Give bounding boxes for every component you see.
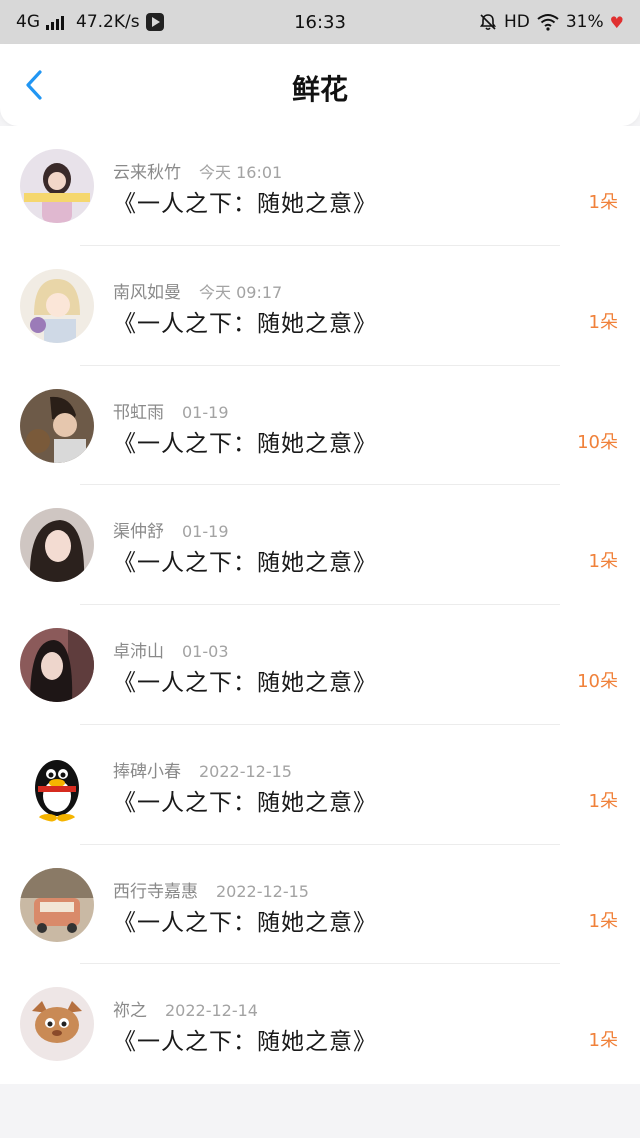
sender-meta: 捧碑小春 2022-12-15 (113, 757, 292, 782)
status-left: 4G 47.2K/s (16, 12, 164, 32)
status-bar: 4G 47.2K/s 16:33 HD 31% ♥ (0, 0, 640, 44)
list-item[interactable]: 南风如曼 今天 09:17 《一人之下：随她之意》 1朵 (0, 246, 640, 366)
list-item[interactable]: 西行寺嘉惠 2022-12-15 《一人之下：随她之意》 1朵 (0, 845, 640, 965)
avatar[interactable] (20, 388, 94, 463)
sender-name[interactable]: 南风如曼 (113, 283, 181, 303)
sender-name[interactable]: 卓沛山 (113, 642, 164, 662)
network-type: 4G (16, 12, 40, 32)
media-icon (145, 13, 164, 31)
flower-count: 1朵 (588, 910, 618, 932)
flower-count: 1朵 (588, 790, 618, 812)
send-time: 01-19 (182, 522, 229, 542)
flower-count: 1朵 (588, 551, 618, 573)
sender-name[interactable]: 云来秋竹 (113, 163, 181, 183)
mute-bell-icon (479, 14, 497, 31)
sender-name[interactable]: 捧碑小春 (113, 762, 181, 782)
send-time: 01-03 (182, 642, 229, 661)
sender-meta: 渠仲舒 01-19 (113, 517, 229, 542)
flower-count: 10朵 (577, 671, 618, 692)
list-item[interactable]: 邗虹雨 01-19 《一人之下：随她之意》 10朵 (0, 366, 640, 486)
hd-indicator: HD (503, 12, 530, 32)
book-title[interactable]: 《一人之下：随她之意》 (113, 783, 377, 817)
send-time: 2022-12-15 (216, 881, 309, 901)
send-time: 2022-12-14 (165, 1001, 258, 1021)
sender-meta: 南风如曼 今天 09:17 (113, 278, 282, 303)
send-time: 2022-12-15 (199, 761, 292, 781)
avatar[interactable] (20, 867, 94, 942)
heart-icon: ♥ (609, 12, 624, 32)
book-title[interactable]: 《一人之下：随她之意》 (113, 304, 377, 338)
sender-meta: 云来秋竹 今天 16:01 (113, 158, 282, 183)
sender-name[interactable]: 祢之 (113, 1001, 147, 1021)
avatar[interactable] (20, 628, 94, 702)
flower-count: 1朵 (588, 1030, 618, 1052)
sender-name[interactable]: 邗虹雨 (113, 403, 164, 423)
flower-count: 1朵 (588, 311, 618, 333)
signal-icon (46, 14, 64, 30)
list-item[interactable]: 渠仲舒 01-19 《一人之下：随她之意》 1朵 (0, 485, 640, 605)
send-time: 今天 16:01 (199, 163, 283, 182)
wifi-icon (537, 14, 559, 31)
status-right: HD 31% ♥ (478, 12, 624, 32)
flower-count: 10朵 (577, 431, 618, 453)
list-item[interactable]: 捧碑小春 2022-12-15 《一人之下：随她之意》 1朵 (0, 725, 640, 845)
sender-meta: 邗虹雨 01-19 (113, 398, 229, 423)
book-title[interactable]: 《一人之下：随她之意》 (113, 184, 377, 218)
avatar[interactable] (20, 149, 94, 223)
sender-name[interactable]: 西行寺嘉惠 (113, 882, 198, 902)
page-title: 鲜花 (291, 73, 348, 106)
sender-meta: 西行寺嘉惠 2022-12-15 (113, 877, 309, 902)
send-time: 今天 09:17 (199, 282, 283, 302)
list-item[interactable]: 云来秋竹 今天 16:01 《一人之下：随她之意》 1朵 (0, 126, 640, 246)
book-title[interactable]: 《一人之下：随她之意》 (113, 1022, 377, 1056)
battery-level: 31% (565, 12, 604, 32)
flower-count: 1朵 (588, 192, 618, 213)
send-time: 01-19 (182, 402, 229, 422)
avatar[interactable] (20, 747, 94, 822)
nav-bar: 鲜花 (0, 44, 640, 126)
book-title[interactable]: 《一人之下：随她之意》 (113, 663, 377, 697)
sender-meta: 卓沛山 01-03 (113, 637, 229, 662)
book-title[interactable]: 《一人之下：随她之意》 (113, 424, 377, 458)
avatar[interactable] (20, 508, 94, 583)
list-item[interactable]: 祢之 2022-12-14 《一人之下：随她之意》 1朵 (0, 964, 640, 1084)
book-title[interactable]: 《一人之下：随她之意》 (113, 903, 377, 937)
book-title[interactable]: 《一人之下：随她之意》 (113, 543, 377, 577)
network-speed: 47.2K/s (76, 12, 140, 32)
flower-list: 云来秋竹 今天 16:01 《一人之下：随她之意》 1朵 南风如曼 今天 09:17… (0, 126, 640, 1084)
avatar[interactable] (20, 268, 94, 343)
avatar[interactable] (20, 987, 94, 1062)
sender-meta: 祢之 2022-12-14 (113, 996, 258, 1021)
list-item[interactable]: 卓沛山 01-03 《一人之下：随她之意》 10朵 (0, 605, 640, 725)
sender-name[interactable]: 渠仲舒 (113, 522, 164, 542)
